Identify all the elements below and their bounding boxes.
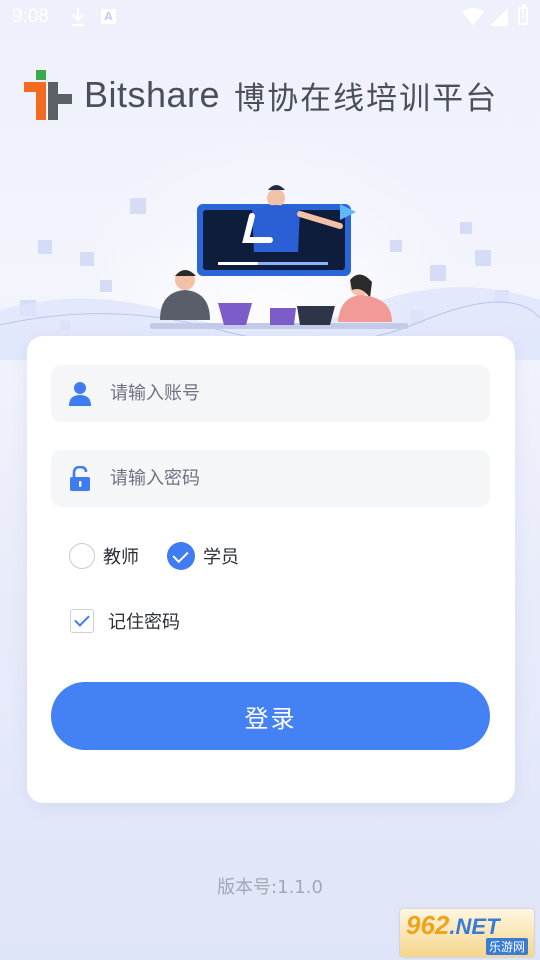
- account-field[interactable]: [51, 365, 490, 422]
- password-field[interactable]: [51, 450, 490, 507]
- app-notification-icon: A: [101, 9, 116, 24]
- password-input[interactable]: [108, 467, 490, 490]
- watermark-logo: 962.NET 乐游网: [400, 909, 534, 957]
- login-button[interactable]: 登录: [51, 682, 490, 750]
- radio-checked-icon: [167, 542, 195, 570]
- role-teacher-label: 教师: [103, 547, 139, 568]
- app-header: Bitshare 博协在线培训平台: [24, 70, 498, 120]
- brand-chinese-title: 博协在线培训平台: [234, 80, 499, 117]
- role-student-label: 学员: [203, 547, 239, 568]
- status-time: 9:08: [12, 6, 49, 27]
- download-icon: [72, 8, 84, 27]
- role-selector: 教师 学员: [69, 539, 239, 573]
- watermark-subtext: 乐游网: [485, 938, 528, 955]
- signal-icon: [490, 8, 508, 26]
- user-icon: [69, 381, 91, 406]
- battery-icon: [518, 4, 528, 25]
- status-bar: 9:08 A: [0, 0, 540, 36]
- version-label: 版本号:1.1.0: [217, 877, 323, 898]
- watermark-text: 962.NET: [406, 910, 500, 940]
- online-training-illustration: [0, 140, 540, 360]
- account-input[interactable]: [108, 382, 490, 405]
- remember-password-checkbox[interactable]: 记住密码: [70, 608, 180, 634]
- radio-unchecked-icon: [69, 543, 95, 569]
- checkbox-checked-icon: [70, 609, 94, 633]
- wifi-icon: [462, 8, 484, 25]
- remember-password-label: 记住密码: [108, 612, 180, 633]
- lock-icon: [70, 465, 90, 491]
- brand-name: Bitshare: [84, 74, 221, 115]
- login-card: 教师 学员 记住密码 登录: [27, 336, 515, 803]
- role-teacher-radio[interactable]: 教师: [69, 543, 139, 569]
- bitshare-logo-icon: [24, 70, 72, 120]
- role-student-radio[interactable]: 学员: [167, 542, 239, 570]
